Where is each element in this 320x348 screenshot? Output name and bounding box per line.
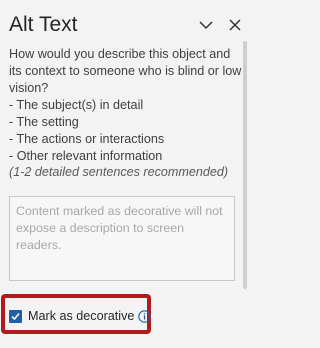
instructions-text: How would you describe this object and i…	[9, 47, 242, 163]
recommendation-text: (1-2 detailed sentences recommended)	[9, 165, 229, 179]
info-icon[interactable]	[137, 309, 151, 323]
checkmark-icon	[11, 312, 20, 320]
close-icon[interactable]	[227, 17, 243, 33]
scrollbar[interactable]	[243, 41, 247, 289]
decorative-checkbox[interactable]	[9, 309, 22, 323]
pane-title: Alt Text	[9, 13, 78, 36]
chevron-down-icon[interactable]	[198, 17, 214, 33]
description-input[interactable]: Content marked as decorative will not ex…	[9, 196, 235, 281]
decorative-checkbox-label[interactable]: Mark as decorative	[28, 309, 134, 323]
decorative-checkbox-row[interactable]: Mark as decorative	[9, 308, 151, 324]
pane-header: Alt Text	[9, 10, 250, 40]
alt-text-pane: Alt Text How would you describe this obj…	[0, 0, 250, 348]
